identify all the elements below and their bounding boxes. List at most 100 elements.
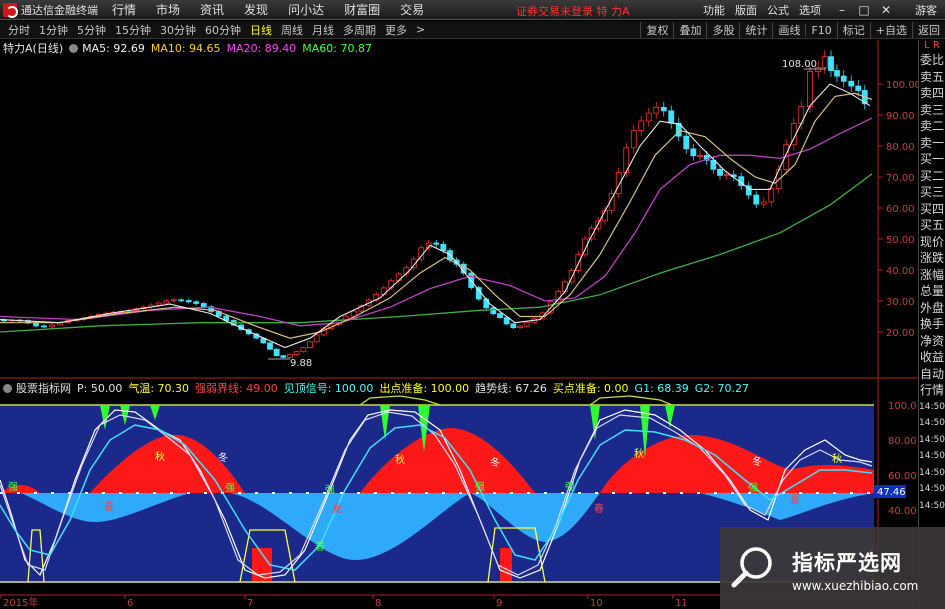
strength-label: 强 (225, 482, 235, 494)
candle-body (834, 70, 840, 77)
chart-canvas[interactable]: 100.00 90.00 80.00 70.00 60.00 50.00 40.00 30.0… (0, 0, 918, 609)
side-panel-item[interactable]: 卖三 (919, 102, 945, 119)
ma10-line (0, 92, 873, 339)
candle-body (287, 354, 293, 358)
x-axis-label: 6 (127, 598, 133, 609)
ind-g1: G1: 68.39 (634, 381, 689, 395)
price-axis-tick: 80.00 (886, 142, 915, 153)
side-panel-item[interactable]: 买三 (919, 184, 945, 201)
side-panel-item[interactable]: 净资 (919, 333, 945, 350)
side-panel-item[interactable]: 14:50 (919, 448, 945, 465)
season-label: 夏 (790, 494, 800, 506)
side-panel-item[interactable]: 涨幅 (919, 267, 945, 284)
candle-body (170, 299, 177, 302)
season-label: 春 (594, 503, 604, 515)
ma60-line (0, 173, 873, 333)
candle-body (653, 106, 660, 114)
strength-label: 强 (8, 481, 18, 493)
price-axis-tick: 50.00 (886, 235, 915, 246)
ma20-line (0, 117, 873, 327)
indicator-axis-tick: 100.0 (888, 401, 917, 412)
season-label: 冬 (490, 456, 500, 469)
side-panel-item[interactable]: 14:50 (919, 498, 945, 515)
side-panel-item[interactable]: 换手 (919, 316, 945, 333)
price-axis-tick: 40.00 (886, 266, 915, 277)
indicator-axis-tick: 40.00 (888, 506, 917, 517)
candle-body (395, 273, 402, 282)
candle-body (855, 85, 862, 91)
season-label: 秋 (395, 453, 405, 466)
side-panel-item[interactable]: 卖二 (919, 118, 945, 135)
side-panel-item[interactable]: 卖四 (919, 85, 945, 102)
price-axis-tick: 90.00 (886, 111, 915, 122)
indicator-toggle-icon[interactable] (3, 383, 12, 393)
side-panel-item[interactable]: 买四 (919, 201, 945, 218)
low-label: 9.88 (290, 358, 312, 369)
x-axis-label: 11 (675, 598, 688, 609)
candle-body (760, 201, 767, 205)
side-panel-item[interactable]: 14:50 (919, 465, 945, 482)
candle-body (510, 323, 517, 328)
side-panel-item[interactable]: 行情 (919, 382, 945, 399)
side-panel-item[interactable]: 涨跌 (919, 250, 945, 267)
side-panel-item[interactable]: 卖五 (919, 69, 945, 86)
current-value-label: 47.46 (877, 487, 906, 498)
candle-body (475, 287, 482, 300)
candle-body (807, 71, 813, 107)
ind-strength-line: 强弱界线: 49.00 (195, 382, 278, 395)
side-panel-item[interactable]: 买二 (919, 168, 945, 185)
side-panel-item[interactable]: 总量 (919, 283, 945, 300)
watermark-url: www.xuezhibiao.com (792, 579, 919, 593)
strength-label: 强 (565, 481, 575, 493)
candle-body (848, 80, 855, 87)
price-axis-tick: 20.00 (886, 328, 915, 339)
ma5-line (0, 83, 871, 349)
season-label: 冬 (218, 451, 228, 464)
side-panel-item[interactable]: 卖一 (919, 135, 945, 152)
ind-trend-line: 趋势线: 67.26 (475, 382, 547, 395)
side-panel-item[interactable]: 委比 (919, 52, 945, 69)
season-label: 春 (315, 541, 325, 553)
indicator-name[interactable]: 股票指标网 (16, 380, 71, 396)
candle-body (433, 242, 440, 245)
ind-buy-prep: 买点准备: 0.00 (552, 382, 629, 395)
candle-body (155, 302, 162, 306)
candle-body (523, 321, 530, 327)
side-panel-item[interactable]: 14:50 (919, 415, 945, 432)
candle-body (307, 341, 313, 348)
x-axis-label: 8 (375, 598, 381, 609)
candle-body (697, 155, 703, 157)
side-panel-item[interactable]: 14:50 (919, 399, 945, 416)
side-panel-item[interactable]: 买一 (919, 151, 945, 168)
side-panel-item[interactable]: 自动 (919, 366, 945, 383)
high-label: 108.00 (782, 59, 817, 70)
candle-body (821, 56, 828, 68)
candle-body (178, 299, 185, 302)
panel-toggle[interactable]: L R (919, 40, 945, 52)
candle-body (660, 106, 667, 112)
indicator-legend: 股票指标网 P: 50.00 气温: 70.30 强弱界线: 49.00 见顶信… (3, 381, 755, 395)
x-axis-label: 9 (496, 598, 502, 609)
candle-body (723, 174, 730, 177)
candle-body (683, 135, 690, 150)
side-panel-item[interactable]: 14:50 (919, 481, 945, 498)
guest-label[interactable]: 游客 (915, 2, 937, 18)
candle-body (497, 313, 503, 318)
season-label: 冬 (752, 455, 762, 468)
candle-body (440, 243, 447, 251)
side-panel-item[interactable]: 收益 (919, 349, 945, 366)
candle-body (185, 300, 192, 303)
price-axis-tick: 70.00 (886, 173, 915, 184)
candle-body (33, 322, 39, 327)
search-magnifier-icon (731, 547, 772, 588)
season-label: 秋 (832, 452, 842, 465)
candle-body (273, 348, 280, 357)
candle-body (313, 334, 320, 343)
side-panel-item[interactable]: 14:50 (919, 432, 945, 449)
side-panel-item[interactable]: 买五 (919, 217, 945, 234)
candle-body (753, 194, 760, 205)
side-panel-item[interactable]: 外盘 (919, 300, 945, 317)
side-panel-item[interactable]: 现价 (919, 234, 945, 251)
candle-body (539, 312, 546, 320)
watermark: 指标严选网 www.xuezhibiao.com (720, 527, 945, 609)
